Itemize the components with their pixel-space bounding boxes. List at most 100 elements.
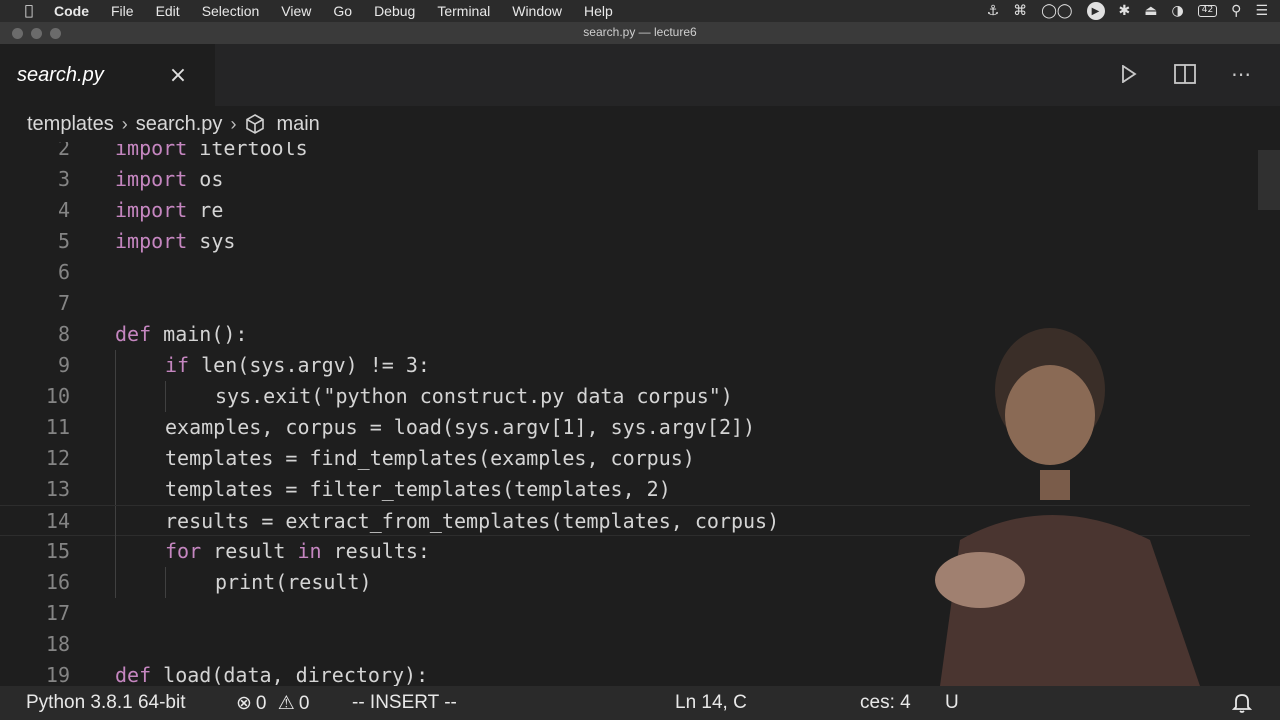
docker-icon[interactable]: ⚓ [987,3,1000,19]
battery-icon[interactable]: 42 [1197,5,1218,17]
indentation[interactable]: ces: 4 [860,692,911,714]
line-number: 14 [45,509,70,533]
indent-guide [115,506,116,537]
warning-icon: ⚠ [277,693,295,714]
tab-search-py[interactable]: search.py × [0,44,215,106]
line-number: 2 [57,142,70,160]
glasses-icon[interactable]: ◯◯ [1041,3,1072,19]
line-number: 15 [45,539,70,563]
menu-list-icon[interactable]: ☰ [1255,3,1268,19]
tab-label: search.py [17,64,104,86]
indent-guide [115,381,116,412]
cursor-position[interactable]: Ln 14, C [675,692,747,714]
code-editor[interactable]: 19 def load(data, directory): 18 17 16 print(… [0,142,1280,686]
bluetooth-icon[interactable]: ✱ [1119,3,1131,19]
line-number: 10 [45,384,70,408]
play-circle-icon[interactable]: ▶ [1086,2,1105,20]
code-text: import sys [115,229,236,253]
menu-selection[interactable]: Selection [202,3,260,19]
indent-guide [165,381,166,412]
code-text: results = extract_from_templates(templat… [165,509,780,533]
close-icon[interactable]: × [168,63,188,88]
code-line[interactable]: 2 import itertools [0,142,1250,164]
indent-guide [115,412,116,443]
window-title: search.py — lecture6 [583,25,697,39]
indent-guide [115,350,116,381]
line-number: 12 [45,446,70,470]
chevron-right-icon: › [230,113,237,134]
menu-window[interactable]: Window [512,3,562,19]
indent-guide [115,567,116,598]
problems-indicator[interactable]: ⊗ 0 ⚠ 0 [236,692,309,715]
breadcrumb-file[interactable]: search.py [136,113,223,136]
line-number: 7 [57,291,70,315]
vim-mode: -- INSERT -- [352,692,457,713]
breadcrumb-folder[interactable]: templates [27,113,114,136]
breadcrumb-symbol[interactable]: main [276,113,319,136]
menu-status-area: ⚓ ⌘ ◯◯ ▶ ✱ ⏏ ◑ 42 ⚲ ☰ [987,0,1268,22]
indent-guide [115,474,116,505]
split-editor-icon[interactable] [1174,62,1196,86]
line-number: 5 [57,229,70,253]
more-actions-icon[interactable]: ⋯ [1230,62,1252,86]
code-text: def main(): [115,322,248,346]
code-text: import os [115,167,224,191]
search-icon[interactable]: ⚲ [1231,3,1241,19]
presenter-video-overlay [935,328,1200,686]
menu-bar:  Code File Edit Selection View Go Debug… [0,0,1280,22]
menu-file[interactable]: File [111,3,134,19]
bell-icon[interactable] [1231,692,1253,720]
code-text: templates = filter_templates(templates, … [165,477,671,501]
warning-count: 0 [298,693,310,714]
code-text: import re [115,198,224,222]
line-number: 6 [57,260,70,284]
indent-guide [165,567,166,598]
run-icon[interactable] [1118,62,1140,86]
chevron-right-icon: › [121,113,128,134]
menu-debug[interactable]: Debug [374,3,415,19]
code-text: templates = find_templates(examples, cor… [165,446,695,470]
breadcrumb: templates › search.py › main [0,106,1280,142]
line-number: 8 [57,322,70,346]
status-bar: Python 3.8.1 64-bit ⊗ 0 ⚠ 0 -- INSERT -- L… [0,686,1280,720]
line-number: 13 [45,477,70,501]
tab-bar: search.py × ⋯ [0,44,1280,106]
editor-scrollbar[interactable] [1258,150,1280,210]
command-icon[interactable]: ⌘ [1013,3,1027,19]
indent-guide [115,536,116,567]
line-number: 18 [45,632,70,656]
wifi-icon[interactable]: ◑ [1172,3,1184,19]
apple-icon[interactable]:  [20,3,38,19]
error-icon: ⊗ [236,693,252,714]
code-text: def load(data, directory): [115,663,429,686]
code-text: import itertools [115,142,308,160]
menu-view[interactable]: View [281,3,311,19]
line-number: 9 [57,353,70,377]
code-line[interactable]: 3 import os [0,164,1250,195]
encoding[interactable]: U [945,692,959,714]
line-number: 17 [45,601,70,625]
code-text: for result in results: [165,539,430,563]
code-text: if len(sys.argv) != 3: [165,353,430,377]
code-line[interactable]: 5 import sys [0,226,1250,257]
code-text: print(result) [215,570,372,594]
code-text: examples, corpus = load(sys.argv[1], sys… [165,415,756,439]
line-number: 16 [45,570,70,594]
code-line[interactable]: 4 import re [0,195,1250,226]
python-interpreter[interactable]: Python 3.8.1 64-bit [26,692,186,714]
line-number: 19 [45,663,70,686]
eject-icon[interactable]: ⏏ [1144,3,1157,19]
menu-terminal[interactable]: Terminal [437,3,490,19]
indent-guide [115,443,116,474]
code-line[interactable]: 6 [0,257,1250,288]
line-number: 3 [57,167,70,191]
code-line[interactable]: 7 [0,288,1250,319]
line-number: 4 [57,198,70,222]
menu-app-name[interactable]: Code [54,3,89,19]
menu-help[interactable]: Help [584,3,613,19]
menu-go[interactable]: Go [333,3,352,19]
window-title-bar: search.py — lecture6 [0,22,1280,44]
line-number: 11 [45,415,70,439]
error-count: 0 [255,693,267,714]
menu-edit[interactable]: Edit [156,3,180,19]
